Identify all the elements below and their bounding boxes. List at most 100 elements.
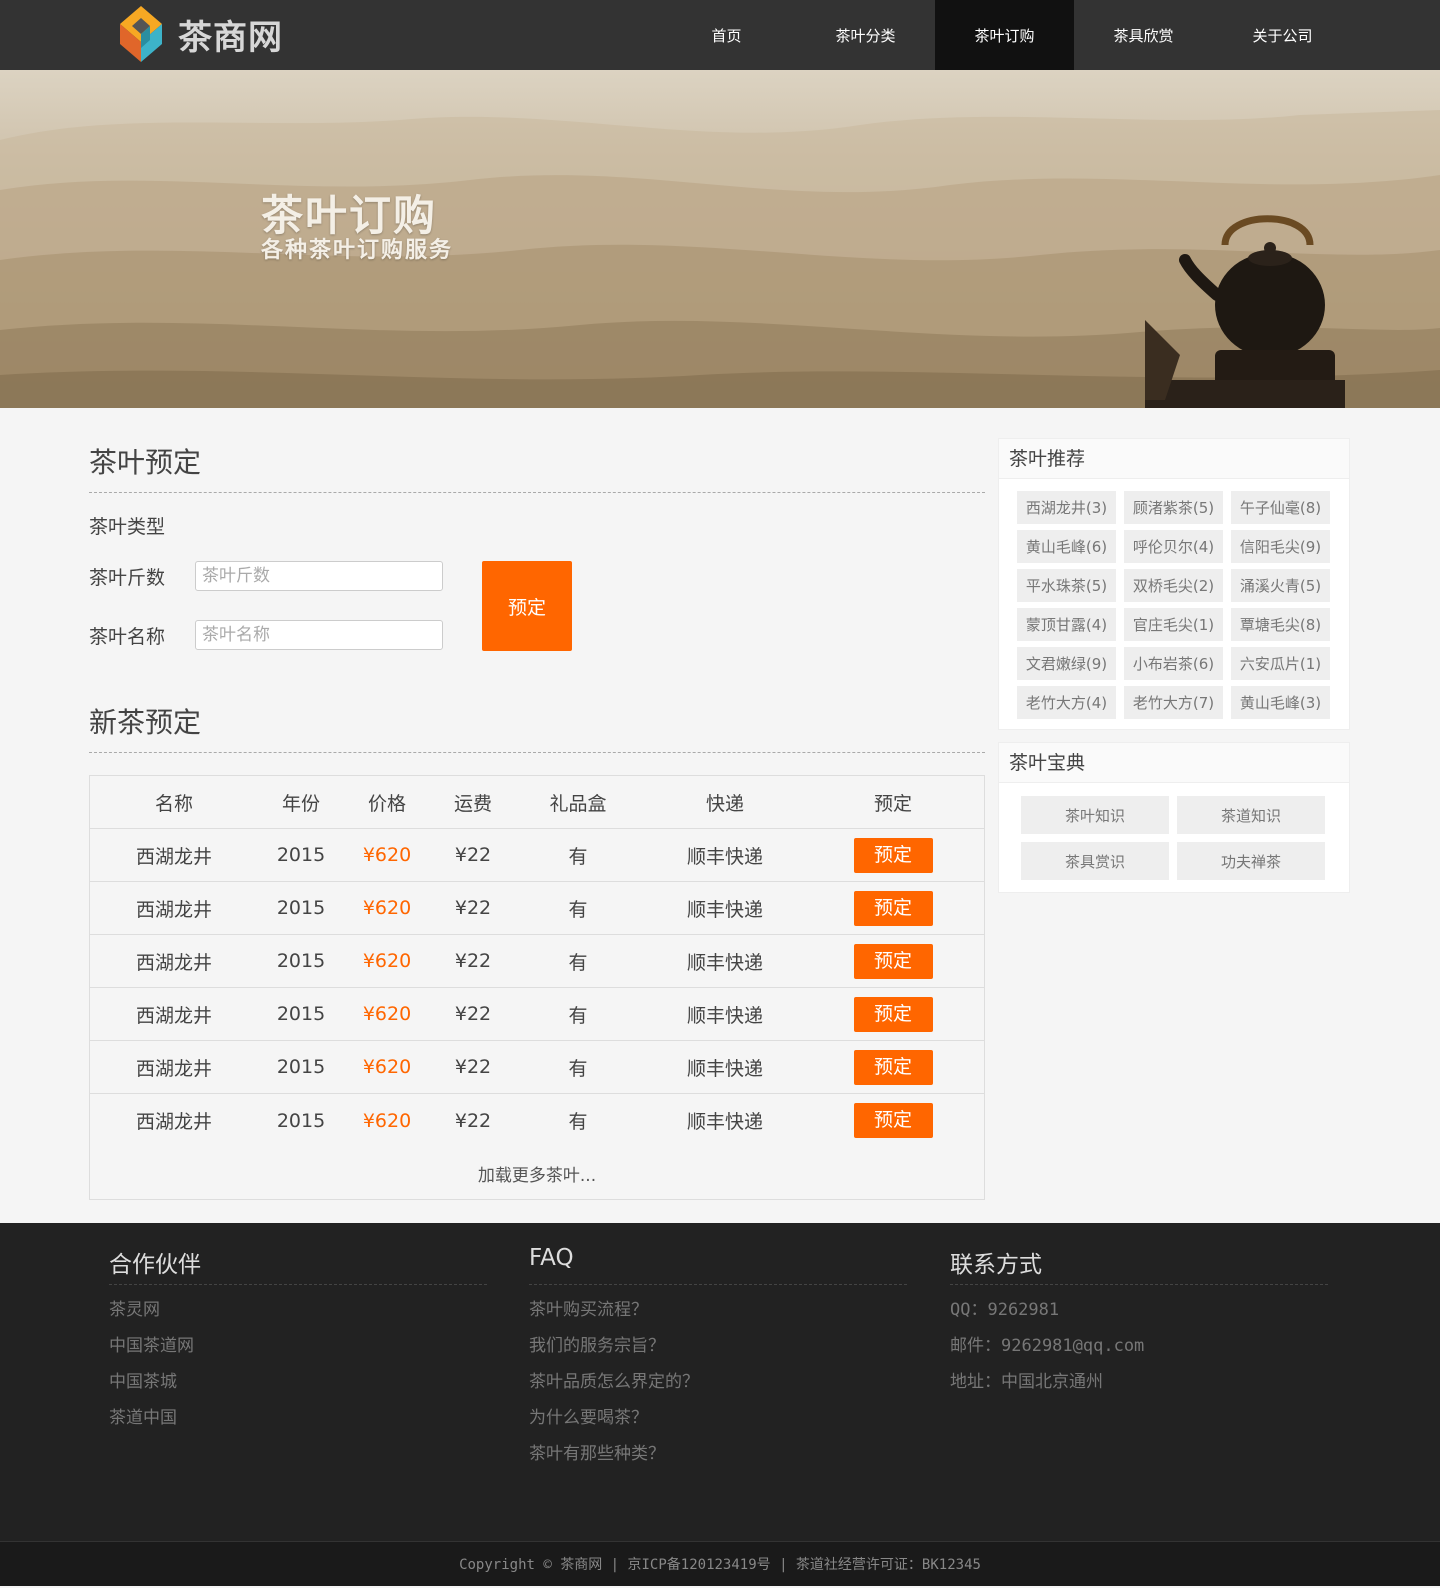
footer: 合作伙伴 茶灵网 中国茶道网 中国茶城 茶道中国 FAQ 茶叶购买流程？ 我们的…	[0, 1223, 1440, 1541]
col-header-price: 价格	[367, 792, 406, 815]
price-cell: ¥620	[362, 950, 412, 972]
col-header-shipping: 运费	[453, 792, 492, 815]
tea-name-cell: 西湖龙井	[135, 951, 212, 974]
col-header-gift-box: 礼品盒	[549, 792, 607, 815]
table-row: 西湖龙井 2015 ¥620 ¥22 有 顺丰快递 预定	[90, 935, 984, 988]
courier-cell: 顺丰快递	[686, 845, 763, 868]
weight-label: 茶叶斤数	[89, 566, 166, 589]
recommend-tag[interactable]: 顾渚紫茶(5)	[1124, 491, 1223, 524]
recommend-tag[interactable]: 老竹大方(4)	[1017, 686, 1116, 719]
handbook-title: 茶叶宝典	[999, 743, 1349, 783]
recommend-tag[interactable]: 双桥毛尖(2)	[1124, 569, 1223, 602]
price-cell: ¥620	[362, 1109, 412, 1132]
order-cell: 预定	[810, 996, 976, 1032]
table-row: 西湖龙井 2015 ¥620 ¥22 有 顺丰快递 预定	[90, 829, 984, 882]
col-header-year: 年份	[281, 792, 320, 815]
handbook-item[interactable]: 茶叶知识	[1021, 796, 1169, 834]
footer-partner-link[interactable]: 中国茶道网	[109, 1335, 487, 1371]
teapot-image	[1145, 215, 1345, 408]
shipping-cell: ¥22	[454, 844, 492, 866]
tea-type-label: 茶叶类型	[89, 516, 166, 538]
footer-faq-link[interactable]: 我们的服务宗旨？	[529, 1335, 907, 1371]
tea-name-cell: 西湖龙井	[135, 1004, 212, 1027]
footer-partners: 合作伙伴 茶灵网 中国茶道网 中国茶城 茶道中国	[109, 1245, 487, 1443]
handbook-item[interactable]: 功夫禅茶	[1177, 842, 1325, 880]
footer-faq-link[interactable]: 茶叶有那些种类？	[529, 1443, 907, 1479]
recommend-tag[interactable]: 小布岩茶(6)	[1124, 647, 1223, 680]
courier-cell: 顺丰快递	[686, 1004, 763, 1027]
courier-cell: 顺丰快递	[686, 898, 763, 921]
recommend-tag[interactable]: 六安瓜片(1)	[1231, 647, 1330, 680]
courier-cell: 顺丰快递	[686, 1057, 763, 1080]
row-order-button[interactable]: 预定	[853, 837, 933, 873]
table-row: 西湖龙井 2015 ¥620 ¥22 有 顺丰快递 预定	[90, 1094, 984, 1147]
recommend-tag[interactable]: 官庄毛尖(1)	[1124, 608, 1223, 641]
nav-item-about[interactable]: 关于公司	[1213, 0, 1352, 70]
footer-partner-link[interactable]: 茶灵网	[109, 1299, 487, 1335]
name-input[interactable]	[195, 620, 443, 650]
banner-subtitle: 各种茶叶订购服务	[261, 238, 454, 263]
footer-faq-link[interactable]: 茶叶购买流程？	[529, 1299, 907, 1335]
copyright-bar: Copyright © 茶商网 | 京ICP备120123419号 | 茶道社经…	[0, 1541, 1440, 1586]
year-cell: 2015	[276, 897, 326, 919]
recommend-tag[interactable]: 黄山毛峰(6)	[1017, 530, 1116, 563]
hero-banner: 茶叶订购 各种茶叶订购服务	[0, 70, 1440, 408]
nav-item-home[interactable]: 首页	[657, 0, 796, 70]
gift-box-cell: 有	[568, 898, 588, 921]
col-header-order: 预定	[873, 792, 912, 815]
row-order-button[interactable]: 预定	[853, 890, 933, 926]
recommend-tag[interactable]: 平水珠茶(5)	[1017, 569, 1116, 602]
price-cell: ¥620	[362, 1003, 412, 1025]
recommend-tag[interactable]: 黄山毛峰(3)	[1231, 686, 1330, 719]
order-cell: 预定	[810, 1049, 976, 1085]
year-cell: 2015	[276, 1109, 326, 1132]
footer-faq-link[interactable]: 茶叶品质怎么界定的？	[529, 1371, 907, 1407]
shipping-cell: ¥22	[454, 1109, 492, 1132]
courier-cell: 顺丰快递	[686, 951, 763, 974]
year-cell: 2015	[276, 1003, 326, 1025]
recommend-tag-grid: 西湖龙井(3) 顾渚紫茶(5) 午子仙毫(8) 黄山毛峰(6) 呼伦贝尔(4) 信阳毛尖(…	[999, 479, 1349, 729]
year-cell: 2015	[276, 1056, 326, 1078]
handbook-grid: 茶叶知识 茶道知识 茶具赏识 功夫禅茶	[999, 783, 1349, 892]
table-row: 西湖龙井 2015 ¥620 ¥22 有 顺丰快递 预定	[90, 988, 984, 1041]
footer-partner-link[interactable]: 中国茶城	[109, 1371, 487, 1407]
recommend-tag[interactable]: 西湖龙井(3)	[1017, 491, 1116, 524]
load-more-link[interactable]: 加载更多茶叶...	[90, 1147, 984, 1199]
recommend-tag[interactable]: 老竹大方(7)	[1124, 686, 1223, 719]
weight-row: 茶叶斤数	[89, 561, 443, 591]
recommend-panel: 茶叶推荐 西湖龙井(3) 顾渚紫茶(5) 午子仙毫(8) 黄山毛峰(6) 呼伦贝尔(4)…	[998, 438, 1350, 730]
new-tea-table: 名称 年份 价格 运费 礼品盒 快递 预定 西湖龙井 2015 ¥620 ¥22 有顺丰…	[89, 775, 985, 1200]
year-cell: 2015	[276, 844, 326, 866]
recommend-tag[interactable]: 信阳毛尖(9)	[1231, 530, 1330, 563]
recommend-tag[interactable]: 涌溪火青(5)	[1231, 569, 1330, 602]
recommend-tag[interactable]: 蒙顶甘露(4)	[1017, 608, 1116, 641]
recommend-tag[interactable]: 午子仙毫(8)	[1231, 491, 1330, 524]
recommend-tag[interactable]: 文君嫩绿(9)	[1017, 647, 1116, 680]
row-order-button[interactable]: 预定	[853, 1103, 933, 1138]
col-header-courier: 快递	[705, 792, 744, 815]
footer-faq-link[interactable]: 为什么要喝茶？	[529, 1407, 907, 1443]
footer-contact-email: 邮件：9262981@qq.com	[950, 1336, 1145, 1356]
footer-faq: FAQ 茶叶购买流程？ 我们的服务宗旨？ 茶叶品质怎么界定的？ 为什么要喝茶？ …	[529, 1245, 907, 1479]
row-order-button[interactable]: 预定	[853, 943, 933, 979]
site-logo[interactable]: 茶商网	[116, 4, 283, 64]
weight-input[interactable]	[195, 561, 443, 591]
handbook-item[interactable]: 茶具赏识	[1021, 842, 1169, 880]
tea-name-cell: 西湖龙井	[135, 845, 212, 868]
name-label: 茶叶名称	[89, 625, 166, 648]
tea-name-cell: 西湖龙井	[135, 1057, 212, 1080]
recommend-tag[interactable]: 呼伦贝尔(4)	[1124, 530, 1223, 563]
footer-partner-link[interactable]: 茶道中国	[109, 1407, 487, 1443]
handbook-item[interactable]: 茶道知识	[1177, 796, 1325, 834]
shipping-cell: ¥22	[454, 1056, 492, 1078]
nav-item-tea-categories[interactable]: 茶叶分类	[796, 0, 935, 70]
row-order-button[interactable]: 预定	[853, 1049, 933, 1085]
nav-item-tea-order[interactable]: 茶叶订购	[935, 0, 1074, 70]
nav-item-teaware[interactable]: 茶具欣赏	[1074, 0, 1213, 70]
recommend-tag[interactable]: 覃塘毛尖(8)	[1231, 608, 1330, 641]
order-cell: 预定	[810, 837, 976, 873]
shipping-cell: ¥22	[454, 1003, 492, 1025]
row-order-button[interactable]: 预定	[853, 996, 933, 1032]
table-row: 西湖龙井 2015 ¥620 ¥22 有 顺丰快递 预定	[90, 1041, 984, 1094]
order-submit-button[interactable]: 预定	[482, 561, 572, 651]
